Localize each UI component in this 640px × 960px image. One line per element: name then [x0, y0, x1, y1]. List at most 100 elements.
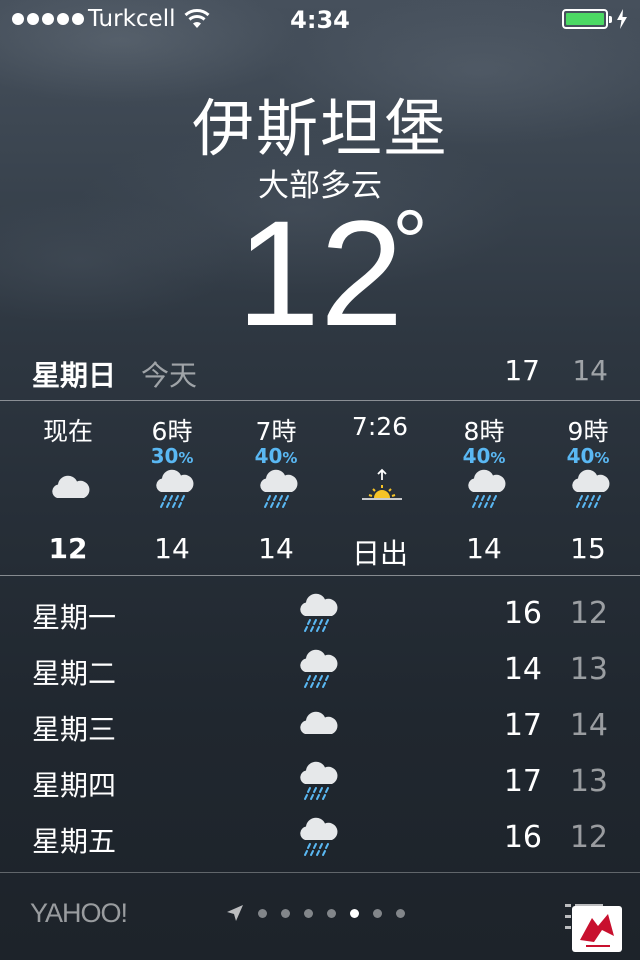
hourly-value: 日出 [351, 537, 408, 570]
daily-high: 17 [503, 764, 542, 799]
daily-day-name: 星期四 [32, 769, 117, 802]
hourly-value: 14 [154, 532, 190, 565]
today-low: 14 [572, 354, 608, 387]
daily-high: 17 [503, 708, 542, 743]
page-dot[interactable] [258, 908, 267, 918]
page-dot[interactable] [327, 908, 336, 918]
hourly-forecast[interactable]: 现在 12 6時 30% 14 7時 40% 14 7:26 日出 8時 40% 14 9時 40% 15 [0, 402, 640, 574]
divider [0, 575, 640, 576]
hourly-icon-wrap [154, 466, 194, 512]
cloud-icon [52, 475, 90, 498]
rain-cloud-icon [300, 817, 338, 856]
page-dot[interactable] [281, 908, 290, 918]
hourly-item: 7時 40% 14 [224, 402, 328, 574]
daily-row: 星期一 16 12 [0, 588, 640, 644]
degree-symbol: ° [392, 193, 428, 293]
daily-high: 16 [503, 596, 542, 631]
hourly-value: 15 [570, 532, 606, 565]
page-dot[interactable] [373, 908, 382, 918]
page-dot[interactable] [396, 908, 405, 918]
divider [0, 400, 640, 401]
daily-icon-wrap [298, 814, 338, 860]
hourly-time: 7:26 [351, 412, 409, 441]
page-dot[interactable] [304, 908, 313, 918]
precipitation-chance: 40% [224, 444, 328, 468]
precipitation-value: 30 [150, 444, 179, 468]
daily-row: 星期四 17 13 [0, 756, 640, 812]
daily-low: 13 [569, 652, 608, 687]
hourly-icon-wrap [570, 466, 610, 512]
percent-sign: % [490, 449, 506, 467]
precipitation-chance: 40% [536, 444, 640, 468]
daily-icon-wrap [298, 702, 338, 748]
today-high: 17 [504, 354, 540, 387]
rain-cloud-icon [156, 469, 194, 508]
hourly-value: 14 [258, 532, 294, 565]
daily-high: 14 [503, 652, 542, 687]
today-day-name: 星期日 [32, 359, 117, 392]
daily-day-name: 星期三 [32, 713, 117, 746]
rain-cloud-icon [468, 469, 506, 508]
daily-low: 12 [569, 596, 608, 631]
percent-sign: % [178, 449, 194, 467]
yahoo-logo[interactable]: YAHOO! [30, 898, 128, 929]
cloud-icon [300, 711, 338, 734]
daily-row: 星期二 14 13 [0, 644, 640, 700]
rain-cloud-icon [300, 761, 338, 800]
status-bar: Turkcell 4:34 [0, 0, 640, 40]
rain-cloud-icon [572, 469, 610, 508]
current-temperature: 12 ° [0, 198, 640, 348]
hourly-time: 7時 [255, 417, 297, 446]
rain-cloud-icon [260, 469, 298, 508]
rain-cloud-icon [300, 649, 338, 688]
daily-low: 12 [569, 820, 608, 855]
hourly-icon-wrap [258, 466, 298, 512]
hourly-value: 12 [48, 532, 88, 565]
hourly-icon-wrap [50, 466, 90, 512]
hourly-item: 现在 12 [16, 402, 120, 574]
location-arrow-icon[interactable] [226, 904, 244, 922]
daily-high: 16 [503, 820, 542, 855]
percent-sign: % [594, 449, 610, 467]
rain-cloud-icon [300, 593, 338, 632]
daily-day-name: 星期二 [32, 657, 117, 690]
precipitation-chance: 30% [120, 444, 224, 468]
battery-icon [562, 9, 612, 29]
hourly-icon-wrap [466, 466, 506, 512]
page-indicator[interactable] [226, 904, 405, 922]
city-name: 伊斯坦堡 [191, 92, 448, 165]
precipitation-value: 40 [462, 444, 491, 468]
daily-row: 星期三 17 14 [0, 700, 640, 756]
hourly-time: 8時 [463, 417, 505, 446]
hourly-item: 8時 40% 14 [432, 402, 536, 574]
daily-low: 14 [569, 708, 608, 743]
hourly-time: 9時 [567, 417, 609, 446]
hourly-item: 6時 30% 14 [120, 402, 224, 574]
precipitation-value: 40 [566, 444, 595, 468]
status-time: 4:34 [290, 6, 350, 34]
daily-low: 13 [569, 764, 608, 799]
daily-icon-wrap [298, 646, 338, 692]
footer-toolbar: YAHOO! [0, 872, 640, 960]
hourly-icon-wrap [362, 466, 402, 512]
today-summary-row: 星期日 今天 17 14 [0, 350, 640, 398]
percent-sign: % [282, 449, 298, 467]
hourly-time: 现在 [42, 417, 93, 446]
charging-bolt-icon [617, 9, 627, 29]
daily-day-name: 星期一 [32, 601, 117, 634]
precipitation-value: 40 [254, 444, 283, 468]
hourly-item: 7:26 日出 [328, 402, 432, 574]
page-dot[interactable] [350, 908, 359, 918]
daily-icon-wrap [298, 590, 338, 636]
today-label: 今天 [141, 359, 198, 392]
hourly-value: 14 [466, 532, 502, 565]
daily-row: 星期五 16 12 [0, 812, 640, 868]
hourly-item: 9時 40% 15 [536, 402, 640, 574]
daily-icon-wrap [298, 758, 338, 804]
daily-day-name: 星期五 [32, 825, 117, 858]
precipitation-chance: 40% [432, 444, 536, 468]
watermark-badge-icon [572, 906, 622, 952]
sunrise-icon [362, 468, 402, 500]
temperature-value: 12 [236, 189, 404, 357]
hourly-time: 6時 [151, 417, 193, 446]
